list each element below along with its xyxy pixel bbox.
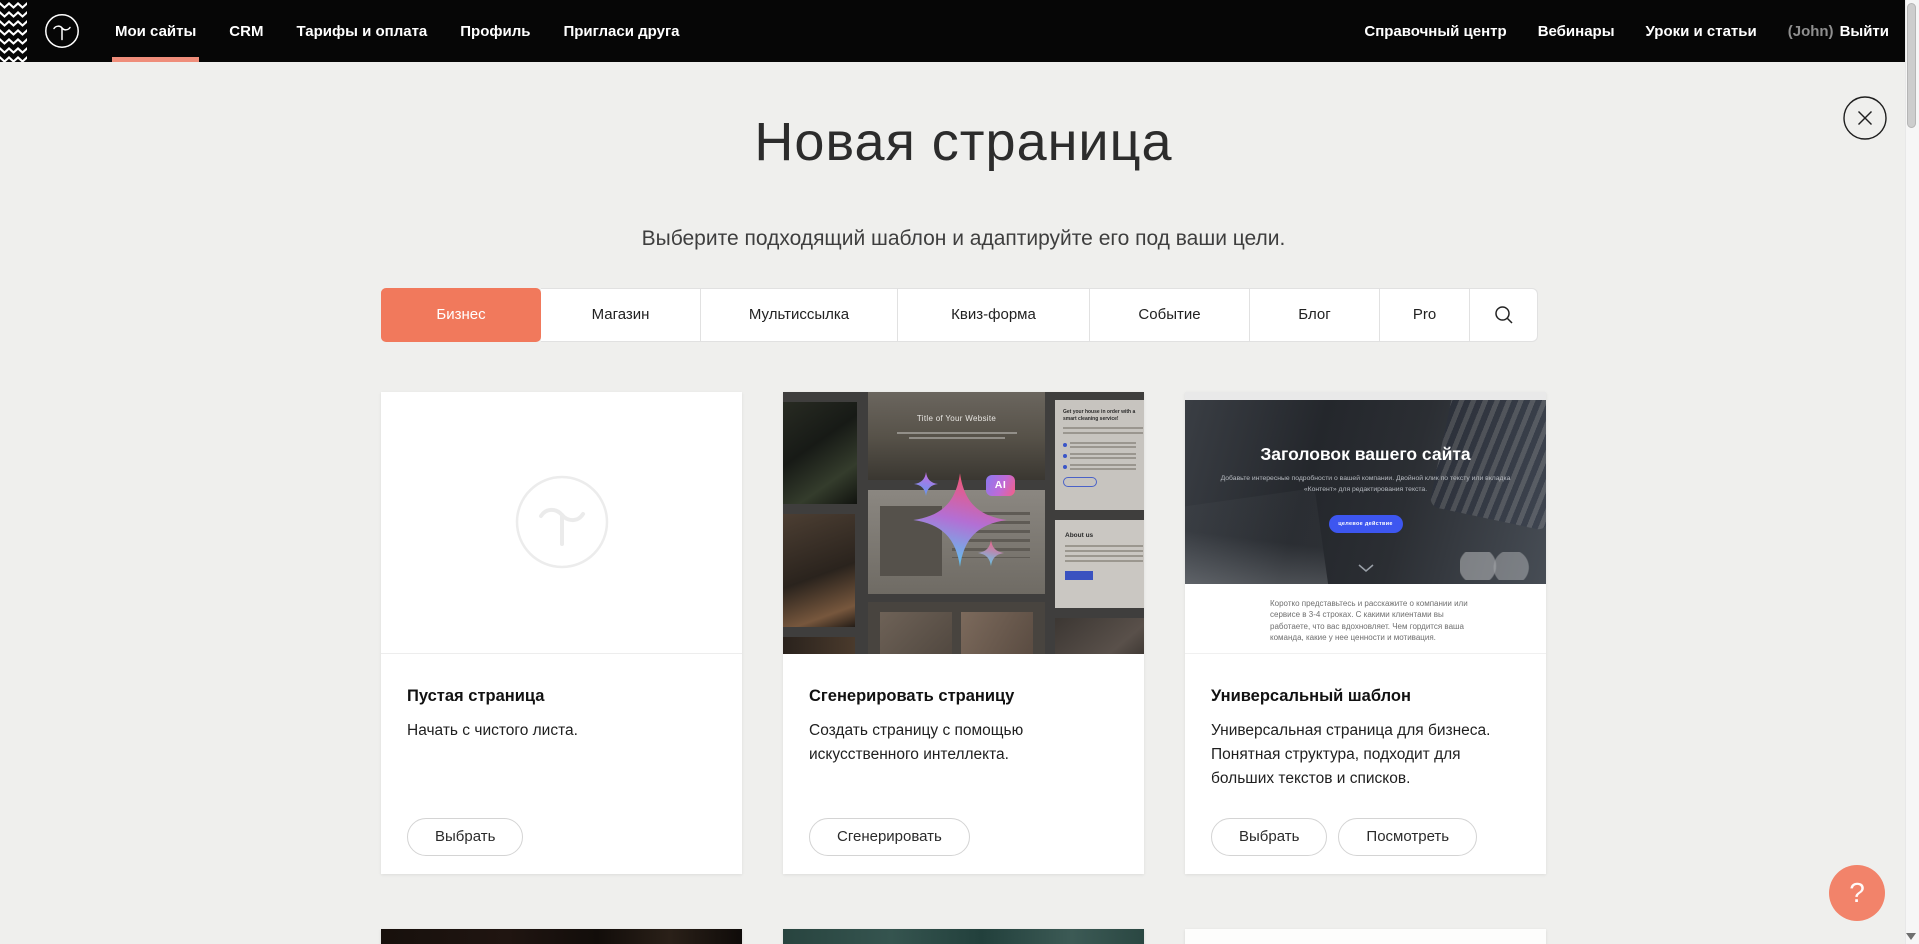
choose-button[interactable]: Выбрать xyxy=(407,818,523,856)
tilda-watermark-icon xyxy=(514,474,610,570)
template-cards-row: Пустая страница Начать с чистого листа. … xyxy=(381,392,1546,874)
preview-heading: Заголовок вашего сайта xyxy=(1185,444,1546,465)
card-actions: Сгенерировать xyxy=(809,818,970,856)
decor-strip xyxy=(1185,392,1546,400)
main-menu: Мои сайты CRM Тарифы и оплата Профиль Пр… xyxy=(115,0,680,62)
chevron-down-icon xyxy=(1358,564,1374,572)
preview-body-section: Коротко представьтесь и расскажите о ком… xyxy=(1185,584,1546,654)
card-title: Сгенерировать страницу xyxy=(809,654,1118,706)
page-title: Новая страница xyxy=(381,110,1546,175)
logout-label: Выйти xyxy=(1840,23,1889,40)
tab-business[interactable]: Бизнес xyxy=(381,288,541,342)
card-actions: Выбрать Посмотреть xyxy=(1211,818,1477,856)
preview-subtext: Добавьте интересные подробности о вашей … xyxy=(1216,474,1516,496)
tab-quiz-form[interactable]: Квиз-форма xyxy=(898,288,1090,342)
scrollbar-down-arrow[interactable] xyxy=(1906,933,1916,940)
nav-my-sites-label: Мои сайты xyxy=(115,23,196,40)
choose-button[interactable]: Выбрать xyxy=(1211,818,1327,856)
category-tabs: Бизнес Магазин Мультиссылка Квиз-форма С… xyxy=(381,288,1538,342)
search-icon xyxy=(1494,305,1514,325)
secondary-menu: Справочный центр Вебинары Уроки и статьи… xyxy=(1364,0,1889,62)
preview-body-text: Коротко представьтесь и расскажите о ком… xyxy=(1270,598,1478,643)
nav-my-sites[interactable]: Мои сайты xyxy=(115,0,196,62)
card-actions: Выбрать xyxy=(407,818,523,856)
card-body: Универсальный шаблон Универсальная стран… xyxy=(1185,654,1546,874)
tab-multilink[interactable]: Мультиссылка xyxy=(701,288,898,342)
nav-profile[interactable]: Профиль xyxy=(460,0,530,62)
universal-template-preview: Заголовок вашего сайта Добавьте интересн… xyxy=(1185,392,1546,654)
template-card-partial[interactable] xyxy=(381,929,742,944)
page-subtitle: Выберите подходящий шаблон и адаптируйте… xyxy=(381,227,1546,251)
ai-badge: AI xyxy=(986,475,1015,496)
tab-shop[interactable]: Магазин xyxy=(541,288,701,342)
nav-lessons[interactable]: Уроки и статьи xyxy=(1646,0,1757,62)
active-nav-underline xyxy=(112,57,199,62)
nav-tariffs[interactable]: Тарифы и оплата xyxy=(296,0,427,62)
ai-preview-collage: Title of Your Website Get your house in … xyxy=(783,392,1144,654)
tab-blog[interactable]: Блог xyxy=(1250,288,1380,342)
decor-cups xyxy=(1460,552,1540,580)
ai-sparkles-icon xyxy=(783,392,1144,654)
view-button[interactable]: Посмотреть xyxy=(1338,818,1477,856)
card-body: Сгенерировать страницу Создать страницу … xyxy=(783,654,1144,874)
template-card-partial[interactable] xyxy=(783,929,1144,944)
new-page-dialog: Новая страница Выберите подходящий шабло… xyxy=(381,62,1546,944)
template-card-blank[interactable]: Пустая страница Начать с чистого листа. … xyxy=(381,392,742,874)
tab-event[interactable]: Событие xyxy=(1090,288,1250,342)
preview-cta-button: целевое действие xyxy=(1329,515,1403,533)
top-navbar: Мои сайты CRM Тарифы и оплата Профиль Пр… xyxy=(0,0,1919,62)
nav-logout[interactable]: (John) Выйти xyxy=(1788,0,1889,62)
nav-webinars[interactable]: Вебинары xyxy=(1538,0,1615,62)
card-description: Создать страницу с помощью искусственног… xyxy=(809,719,1079,767)
nav-crm[interactable]: CRM xyxy=(229,0,263,62)
decor-shirt-stripes xyxy=(1429,400,1546,531)
zigzag-icon xyxy=(0,0,27,62)
tab-pro[interactable]: Pro xyxy=(1380,288,1470,342)
template-card-partial[interactable] xyxy=(1185,929,1546,944)
zigzag-pattern xyxy=(0,0,27,62)
tilda-logo[interactable] xyxy=(44,13,80,49)
card-title: Пустая страница xyxy=(407,654,716,706)
scrollbar[interactable] xyxy=(1905,0,1919,944)
card-description: Начать с чистого листа. xyxy=(407,719,716,743)
nav-invite-friend[interactable]: Пригласи друга xyxy=(563,0,679,62)
blank-page-preview xyxy=(381,392,742,654)
template-card-universal[interactable]: Заголовок вашего сайта Добавьте интересн… xyxy=(1185,392,1546,874)
close-icon xyxy=(1842,95,1888,141)
template-card-ai[interactable]: Title of Your Website Get your house in … xyxy=(783,392,1144,874)
scrollbar-thumb[interactable] xyxy=(1907,3,1916,128)
nav-help-center[interactable]: Справочный центр xyxy=(1364,0,1506,62)
help-button[interactable]: ? xyxy=(1829,865,1885,921)
card-title: Универсальный шаблон xyxy=(1211,654,1520,706)
close-button[interactable] xyxy=(1842,95,1888,141)
decor-laptop xyxy=(1185,488,1330,584)
username: (John) xyxy=(1788,23,1834,40)
generate-button[interactable]: Сгенерировать xyxy=(809,818,970,856)
preview-hero: Заголовок вашего сайта Добавьте интересн… xyxy=(1185,400,1546,584)
card-description: Универсальная страница для бизнеса. Поня… xyxy=(1211,719,1520,791)
tab-search[interactable] xyxy=(1470,288,1538,342)
tilda-logo-icon xyxy=(44,13,80,49)
template-cards-row-partial xyxy=(381,929,1546,944)
card-body: Пустая страница Начать с чистого листа. … xyxy=(381,654,742,874)
